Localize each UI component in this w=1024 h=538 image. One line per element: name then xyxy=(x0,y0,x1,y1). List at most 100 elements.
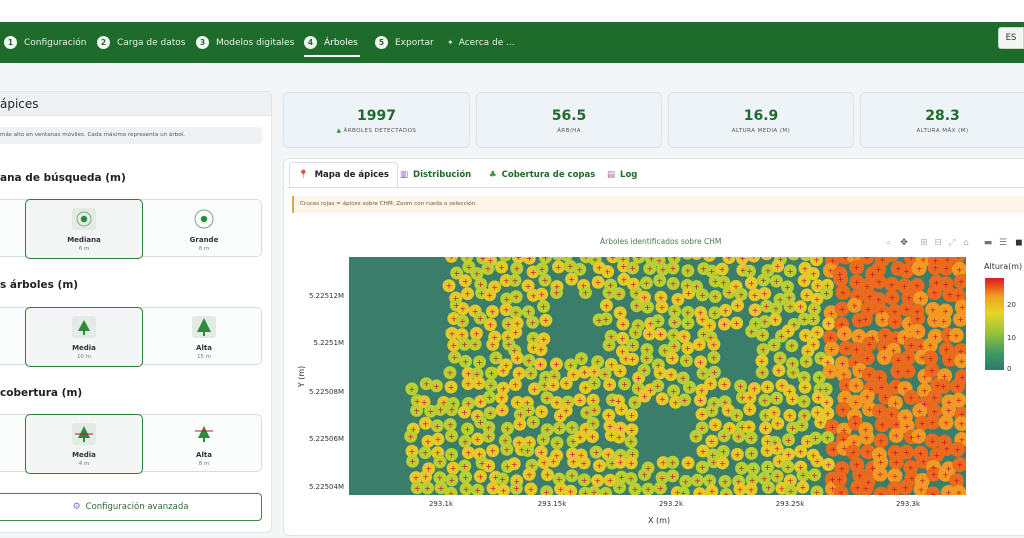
option-media[interactable]: Media 10 m xyxy=(25,307,143,367)
apex-marker: + xyxy=(895,356,902,365)
apex-marker: + xyxy=(617,424,624,433)
y-tick-label: 5.22508M xyxy=(309,388,344,396)
apex-marker: + xyxy=(827,333,834,342)
option-mediana[interactable]: Mediana 6 m xyxy=(25,199,143,259)
step-5-badge: 5 xyxy=(375,36,388,49)
apex-marker: + xyxy=(751,291,758,300)
nav-item-configuracion[interactable]: 1 Configuración xyxy=(4,22,86,63)
apex-marker: + xyxy=(504,445,511,454)
apex-marker: + xyxy=(825,320,832,329)
apex-marker: + xyxy=(414,484,421,493)
autoscale-icon[interactable]: ⤢ xyxy=(947,238,957,248)
apex-marker: + xyxy=(700,369,707,378)
target-icon xyxy=(72,208,96,230)
apex-marker: + xyxy=(618,473,625,482)
apex-marker: + xyxy=(878,437,885,446)
apex-marker: + xyxy=(476,450,483,459)
tab-distribucion[interactable]: ▥ Distribución xyxy=(392,162,479,187)
pan-icon[interactable]: ✥ xyxy=(899,238,909,248)
apex-marker: + xyxy=(528,485,535,494)
apex-marker: + xyxy=(764,437,771,446)
apex-marker: + xyxy=(659,303,666,312)
apex-marker: + xyxy=(854,483,861,492)
stat-card-trees: 1997 ▲ ÁRBOLES DETECTADOS xyxy=(283,92,470,148)
apex-marker: + xyxy=(449,476,456,485)
apex-marker: + xyxy=(892,399,899,408)
apex-marker: + xyxy=(505,320,512,329)
option-grande[interactable]: Grande 8 m xyxy=(145,200,263,258)
apex-marker: + xyxy=(450,464,457,473)
apex-marker: + xyxy=(837,275,844,284)
zoom-icon[interactable]: ⌕ xyxy=(884,238,894,248)
apex-marker: + xyxy=(607,422,614,431)
apex-marker: + xyxy=(903,448,910,457)
apex-marker: + xyxy=(643,279,650,288)
nav-item-modelos-digitales[interactable]: 3 Modelos digitales xyxy=(196,22,294,63)
apex-marker: + xyxy=(804,437,811,446)
apex-marker: + xyxy=(538,408,545,417)
tab-mapa-de-apices[interactable]: 📍 Mapa de ápices xyxy=(289,162,398,187)
apex-marker: + xyxy=(721,320,728,329)
apex-marker: + xyxy=(771,341,778,350)
apex-marker: + xyxy=(675,295,682,304)
apex-marker: + xyxy=(876,407,883,416)
apex-marker: + xyxy=(514,319,521,328)
apex-marker: + xyxy=(875,265,882,274)
apex-marker: + xyxy=(641,470,648,479)
apex-marker: + xyxy=(461,340,468,349)
apex-marker: + xyxy=(635,374,642,383)
tab-cobertura-de-copas[interactable]: ♣ Cobertura de copas xyxy=(481,162,603,187)
apex-marker: + xyxy=(839,359,846,368)
apex-marker: + xyxy=(414,397,421,406)
nav-item-arboles[interactable]: 4 Árboles xyxy=(304,22,360,63)
apex-marker: + xyxy=(904,305,911,314)
apex-marker: + xyxy=(931,316,938,325)
spike-lines-icon[interactable]: ▬ xyxy=(983,238,993,248)
apex-marker: + xyxy=(525,308,532,317)
zoom-in-icon[interactable]: ⊞ xyxy=(919,238,929,248)
compare-icon[interactable]: ☰ xyxy=(998,238,1008,248)
nav-item-exportar[interactable]: 5 Exportar xyxy=(375,22,434,63)
x-tick-label: 293.3k xyxy=(895,500,921,508)
option-alta-coverage[interactable]: Alta 8 m xyxy=(145,415,263,473)
apex-marker: + xyxy=(726,257,733,263)
apex-marker: + xyxy=(706,321,713,330)
apex-marker: + xyxy=(684,267,691,276)
apex-marker: + xyxy=(904,422,911,431)
apex-marker: + xyxy=(876,296,883,305)
stat-label: ▲ ÁRBOLES DETECTADOS xyxy=(284,128,469,134)
apex-marker: + xyxy=(764,383,771,392)
apex-marker: + xyxy=(719,265,726,274)
apex-marker: + xyxy=(669,458,676,467)
apex-marker: + xyxy=(513,484,520,493)
option-alta[interactable]: Alta 15 m xyxy=(145,308,263,366)
nav-item-acerca-de[interactable]: ✦ Acerca de ... xyxy=(447,22,515,63)
tab-log[interactable]: ▤ Log xyxy=(599,162,645,187)
apex-marker: + xyxy=(682,477,689,486)
apex-marker: + xyxy=(708,267,715,276)
nav-item-carga-de-datos[interactable]: 2 Carga de datos xyxy=(97,22,186,63)
option-media-coverage[interactable]: Media 4 m xyxy=(25,414,143,474)
apex-marker: + xyxy=(850,448,857,457)
plotly-logo-icon[interactable]: ◼ xyxy=(1014,238,1024,248)
apex-marker: + xyxy=(854,292,861,301)
apex-marker: + xyxy=(889,294,896,303)
apex-marker: + xyxy=(902,483,909,492)
advanced-settings-button[interactable]: ⚙ Configuración avanzada xyxy=(0,493,262,521)
apex-marker: + xyxy=(450,341,457,350)
apex-marker: + xyxy=(765,267,772,276)
apex-marker: + xyxy=(670,387,677,396)
apex-marker: + xyxy=(487,320,494,329)
zoom-out-icon[interactable]: ⊟ xyxy=(933,238,943,248)
chm-canvas[interactable]: + + + + + + + + + + + + + + + + + + + + + + + + + + + + + + + + + + + + + + + +… xyxy=(349,257,966,495)
apex-marker: + xyxy=(630,280,637,289)
apex-marker: + xyxy=(916,264,923,273)
apex-marker: + xyxy=(853,461,860,470)
language-selector[interactable]: ES xyxy=(998,27,1024,49)
chm-heatmap[interactable]: + + + + + + + + + + + + + + + + + + + + + + + + + + + + + + + + + + + + + + + +… xyxy=(349,257,966,495)
apex-marker: + xyxy=(927,341,934,350)
apex-marker: + xyxy=(591,367,598,376)
apex-marker: + xyxy=(917,295,924,304)
home-icon[interactable]: ⌂ xyxy=(961,238,971,248)
apex-marker: + xyxy=(581,476,588,485)
